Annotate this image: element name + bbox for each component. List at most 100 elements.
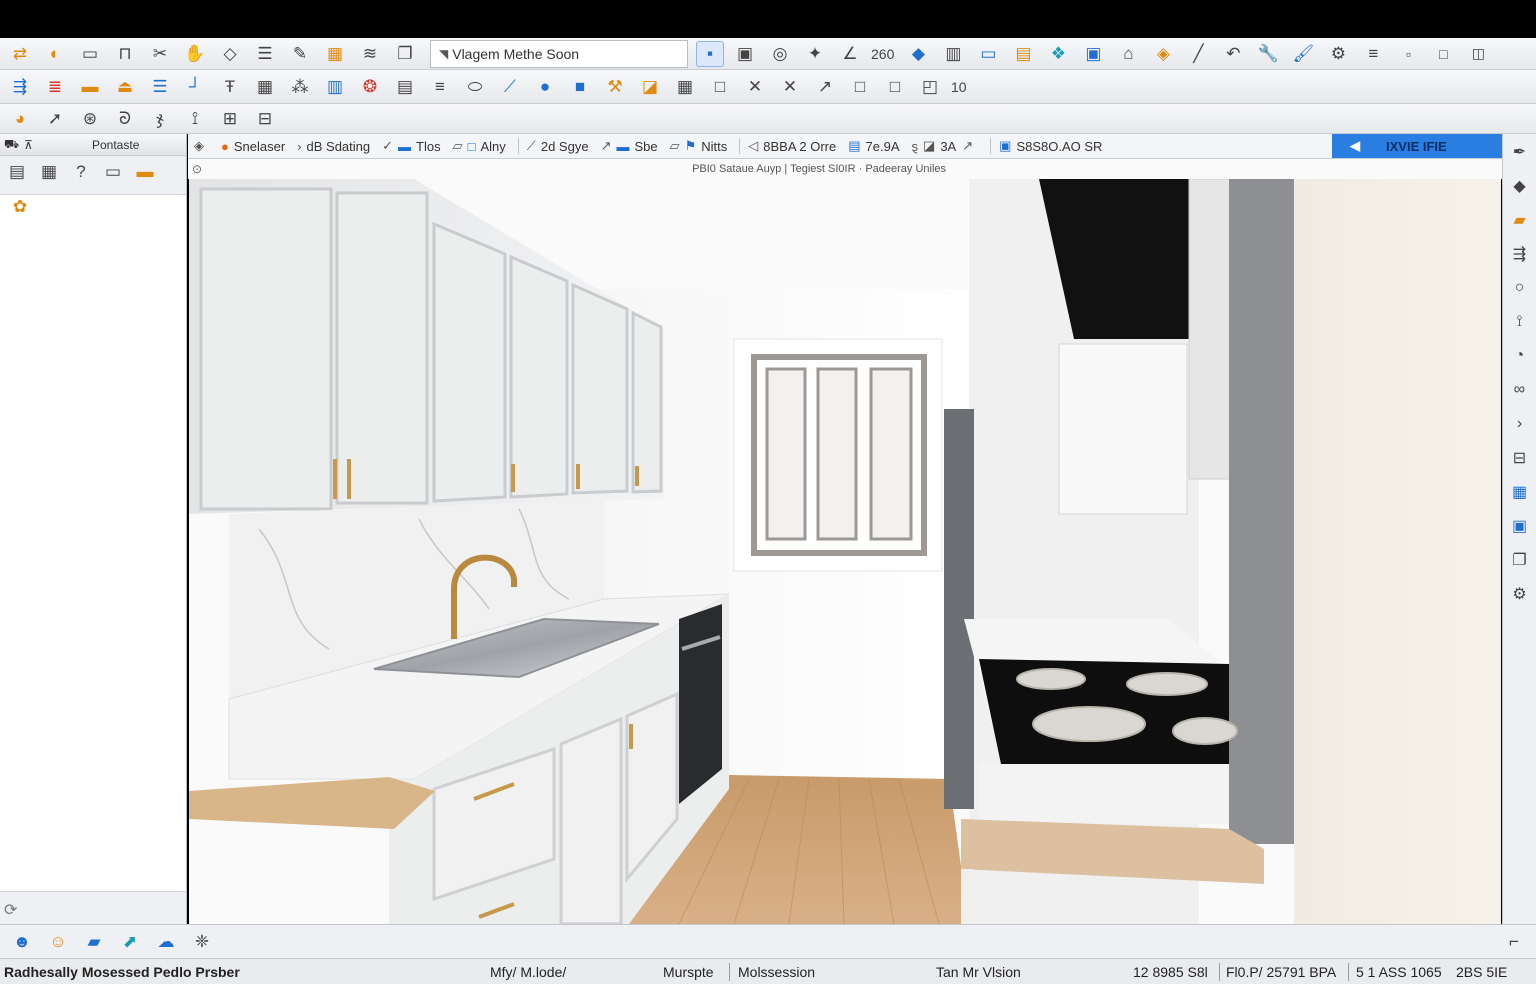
person-icon[interactable]: ☺ [44, 929, 72, 955]
filter-item[interactable]: ◈ [194, 138, 209, 154]
diamond-small-icon[interactable]: ◆ [1507, 174, 1533, 198]
corner-close-icon[interactable]: ⌐ [1500, 929, 1528, 955]
hand-icon[interactable]: ✋ [181, 41, 209, 67]
grid-icon[interactable]: ▦ [251, 74, 279, 100]
book-icon[interactable]: ▤ [4, 160, 30, 184]
tiles-icon[interactable]: ⊞ [216, 106, 244, 132]
align-icon[interactable]: ⇶ [1507, 242, 1533, 266]
building-icon[interactable]: ▥ [939, 41, 967, 67]
filter-item[interactable]: ▱ □ Alny [453, 138, 506, 154]
image-icon[interactable]: ▣ [1079, 41, 1107, 67]
text-tool-icon[interactable]: Ŧ [216, 74, 244, 100]
spiral-icon[interactable]: ᘐ [111, 106, 139, 132]
folder-icon[interactable]: ▬ [76, 74, 104, 100]
path-icon[interactable]: ჯ [146, 106, 174, 132]
help-icon[interactable]: ? [68, 160, 94, 184]
rectangle-icon[interactable]: □ [706, 74, 734, 100]
export-icon[interactable]: ⬈ [116, 929, 144, 955]
maximize-icon[interactable]: ◫ [1464, 41, 1492, 67]
tool-icon[interactable]: ✦ [801, 41, 829, 67]
target-icon[interactable]: ◎ [766, 41, 794, 67]
filter-item[interactable]: ● Snelaser [221, 139, 285, 154]
cross-icon[interactable]: ✕ [741, 74, 769, 100]
frame-icon[interactable]: ▣ [731, 41, 759, 67]
group-icon[interactable]: ⁂ [286, 74, 314, 100]
brush-icon[interactable]: 🖌 [1289, 41, 1317, 67]
wall-tool-icon[interactable]: ⇶ [6, 74, 34, 100]
move-icon[interactable]: ⇄ [6, 41, 34, 67]
orbit-icon[interactable]: ◐ [41, 41, 69, 67]
minus-box-icon[interactable]: ⊟ [1507, 446, 1533, 470]
notes-icon[interactable]: ❐ [391, 41, 419, 67]
wrench-icon[interactable]: 🔧 [1254, 41, 1282, 67]
sun-icon[interactable]: ◕ [6, 106, 34, 132]
globe-icon[interactable]: ⊛ [76, 106, 104, 132]
corner-box-icon[interactable]: ◰ [916, 74, 944, 100]
filter-item[interactable]: ⟋ 2d Sgye [527, 138, 589, 154]
window-icon[interactable]: ▭ [76, 41, 104, 67]
menu-icon[interactable]: ≡ [1359, 41, 1387, 67]
folder-blue-icon[interactable]: ▰ [80, 929, 108, 955]
eraser-icon[interactable]: ⬭ [461, 74, 489, 100]
stack-icon[interactable]: ☰ [146, 74, 174, 100]
diagonal-icon[interactable]: ↗ [811, 74, 839, 100]
expand-icon[interactable]: › [1507, 412, 1533, 436]
scissors-icon[interactable]: ✂ [146, 41, 174, 67]
panel-icon[interactable]: ▦ [321, 41, 349, 67]
note-icon[interactable]: ▭ [100, 160, 126, 184]
list-icon[interactable]: ☰ [251, 41, 279, 67]
pen-icon[interactable]: ✒ [1507, 140, 1533, 164]
line-icon[interactable]: ╱ [1184, 41, 1212, 67]
count-value[interactable]: 10 [951, 79, 967, 95]
circle-tool-icon[interactable]: ● [531, 74, 559, 100]
settings-box-icon[interactable]: ⚙ [1507, 582, 1533, 606]
minimize-icon[interactable]: ▫ [1394, 41, 1422, 67]
nodes-icon[interactable]: ❈ [188, 929, 216, 955]
split-icon[interactable]: ⊟ [251, 106, 279, 132]
layers-icon[interactable]: ≋ [356, 41, 384, 67]
square2-icon[interactable]: □ [881, 74, 909, 100]
tag-icon[interactable]: ⟋ [496, 74, 524, 100]
copy-icon[interactable]: ❐ [1507, 548, 1533, 572]
filter-item[interactable]: ↗ ▬ Sbe [601, 138, 658, 154]
camera-icon[interactable]: ⌂ [1114, 41, 1142, 67]
filter-item[interactable]: ◁ 8BBA 2 Orre [748, 138, 836, 154]
texture-icon[interactable]: ▰ [1507, 208, 1533, 232]
measure-icon[interactable]: ⚒ [601, 74, 629, 100]
plan-icon[interactable]: ▤ [391, 74, 419, 100]
filter-item[interactable]: ▣ S8S8O.AO SR [999, 138, 1102, 154]
filter-item[interactable]: ✓ ▬ Tlos [382, 138, 440, 154]
pointer-icon[interactable]: ➚ [41, 106, 69, 132]
gear-icon[interactable]: ⚙ [1324, 41, 1352, 67]
select-tool-icon[interactable]: ▪ [696, 40, 724, 67]
box-tool-icon[interactable]: ■ [566, 74, 594, 100]
square-icon[interactable]: □ [846, 74, 874, 100]
3d-viewport[interactable] [189, 179, 1501, 924]
pencil-icon[interactable]: ✎ [286, 41, 314, 67]
filter-item[interactable]: ▤ 7e.9A [848, 138, 899, 154]
people-icon[interactable]: ☻ [8, 929, 36, 955]
cloud-icon[interactable]: ☁ [152, 929, 180, 955]
cabinet-icon[interactable]: ≡ [426, 74, 454, 100]
angle-icon[interactable]: ∠ [836, 41, 864, 67]
catalog-icon[interactable]: ▦ [36, 160, 62, 184]
view-name-combo[interactable]: ◥ Vlagem Methe Soon [430, 39, 688, 68]
book-blue-icon[interactable]: ▦ [1507, 480, 1533, 504]
circle-icon[interactable]: ○ [1507, 276, 1533, 300]
diamond-icon[interactable]: ◇ [216, 41, 244, 67]
link-icon[interactable]: ∞ [1507, 378, 1533, 402]
scroll-icon[interactable]: ⟳ [4, 900, 17, 920]
door-icon[interactable]: ⊓ [111, 41, 139, 67]
hierarchy-icon[interactable]: ⟟ [181, 106, 209, 132]
flower-icon[interactable]: ✿ [6, 194, 34, 220]
library-icon[interactable]: ▤ [1009, 41, 1037, 67]
object-icon[interactable]: ❂ [356, 74, 384, 100]
material-icon[interactable]: ❖ [1044, 41, 1072, 67]
clock-icon[interactable]: ◔ [1507, 344, 1533, 368]
table-icon[interactable]: ▥ [321, 74, 349, 100]
zoom-value[interactable]: 260 [871, 46, 894, 62]
paint-bucket-icon[interactable]: ◆ [904, 41, 932, 67]
restore-icon[interactable]: □ [1429, 41, 1457, 67]
stairs-icon[interactable]: ≣ [41, 74, 69, 100]
rug-icon[interactable]: ▬ [132, 160, 158, 184]
